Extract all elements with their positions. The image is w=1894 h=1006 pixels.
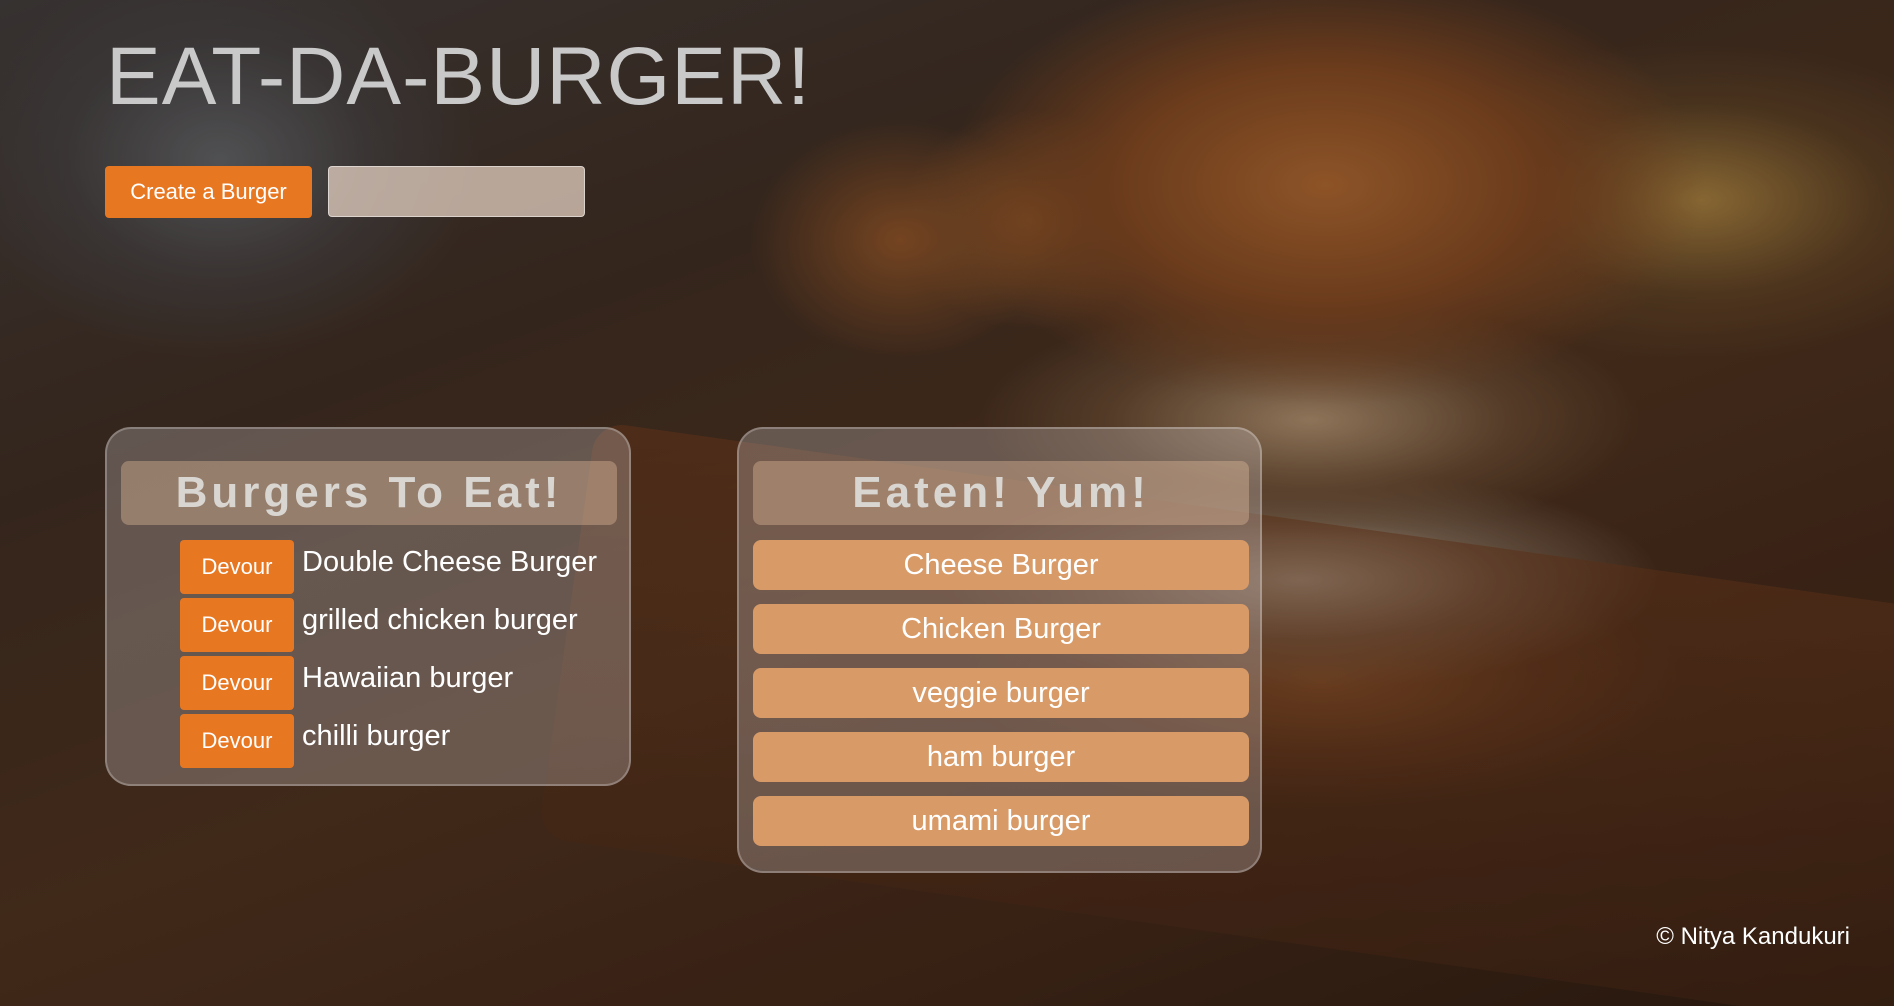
burger-name: grilled chicken burger (302, 603, 578, 636)
list-item: Devour grilled chicken burger (180, 598, 578, 652)
eaten-burger-item: Cheese Burger (753, 540, 1249, 590)
page: EAT-DA-BURGER! Create a Burger Burgers T… (0, 0, 1894, 1006)
eaten-heading: Eaten! Yum! (753, 461, 1249, 525)
burgers-to-eat-panel: Burgers To Eat! Devour Double Cheese Bur… (105, 427, 631, 786)
burger-name: Hawaiian burger (302, 661, 514, 694)
burger-name-input[interactable] (328, 166, 585, 217)
create-burger-button[interactable]: Create a Burger (105, 166, 312, 218)
burger-name: Double Cheese Burger (302, 545, 598, 578)
eaten-burger-item: umami burger (753, 796, 1249, 846)
devour-button[interactable]: Devour (180, 540, 294, 594)
burgers-to-eat-heading: Burgers To Eat! (121, 461, 617, 525)
burger-name: chilli burger (302, 719, 451, 752)
page-title: EAT-DA-BURGER! (106, 31, 811, 122)
eaten-burger-item: veggie burger (753, 668, 1249, 718)
eaten-burger-item: ham burger (753, 732, 1249, 782)
eaten-burger-item: Chicken Burger (753, 604, 1249, 654)
footer-copyright: © Nitya Kandukuri (1656, 923, 1850, 950)
devour-button[interactable]: Devour (180, 598, 294, 652)
devour-button[interactable]: Devour (180, 656, 294, 710)
eaten-panel: Eaten! Yum! Cheese Burger Chicken Burger… (737, 427, 1262, 873)
devour-button[interactable]: Devour (180, 714, 294, 768)
list-item: Devour chilli burger (180, 714, 450, 768)
list-item: Devour Double Cheese Burger (180, 540, 597, 594)
list-item: Devour Hawaiian burger (180, 656, 513, 710)
